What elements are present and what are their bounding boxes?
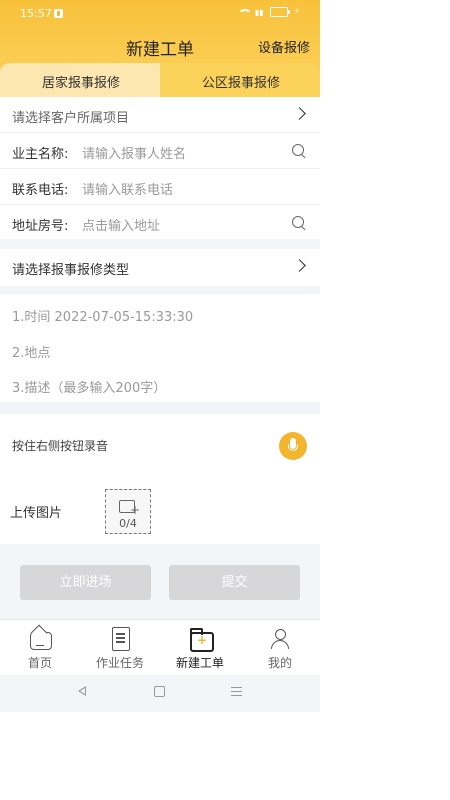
add-image-icon <box>119 500 140 516</box>
charging-icon: ⚡ <box>293 7 300 17</box>
status-bar: 15:57 ▮▮ ⚡ <box>0 0 320 30</box>
wifi-icon <box>237 7 252 17</box>
microphone-icon[interactable] <box>279 432 307 460</box>
upload-image-button[interactable]: 0/4 <box>105 489 151 534</box>
image-counter: 0/4 <box>119 517 137 530</box>
address-input[interactable]: 点击输入地址 <box>82 215 160 234</box>
signal-icon: ▮▮ <box>254 7 264 17</box>
repair-type-select-row[interactable]: 请选择报事报修类型 <box>0 249 320 284</box>
description-line: 2.地点 <box>12 346 51 361</box>
tab-bar: 公区报事报修 居家报事报修 <box>0 63 320 97</box>
phone-input[interactable]: 请输入联系电话 <box>82 179 173 198</box>
home-icon <box>30 632 52 650</box>
submit-button[interactable]: 提交 <box>169 565 300 600</box>
status-time: 15:57 <box>20 7 52 20</box>
search-icon[interactable] <box>292 216 304 228</box>
bottom-nav: 首页 作业任务 新建工单 我的 <box>0 619 320 676</box>
battery-icon <box>269 7 290 17</box>
repair-type-label: 请选择报事报修类型 <box>12 263 130 278</box>
menu-icon[interactable] <box>231 687 242 689</box>
enter-now-button[interactable]: 立即进场 <box>20 565 151 600</box>
upload-image-label: 上传图片 <box>10 506 63 521</box>
chevron-right-icon <box>293 107 306 120</box>
phone-label: 联系电话: <box>12 183 69 198</box>
tab-label: 居家报事报修 <box>42 76 121 91</box>
nav-item-tasks[interactable]: 作业任务 <box>80 620 160 676</box>
header: 15:57 ▮▮ ⚡ 新建工单 设备报修 公区报事报修 居家报事报修 <box>0 0 320 97</box>
owner-name-label: 业主名称: <box>12 147 69 162</box>
description-line: 1.时间 2022-07-05-15:33:30 <box>12 310 194 325</box>
project-select-placeholder: 请选择客户所属项目 <box>12 111 130 126</box>
nav-item-mine[interactable]: 我的 <box>240 620 320 676</box>
nav-label: 新建工单 <box>175 656 224 670</box>
nav-label: 首页 <box>27 656 52 670</box>
task-clipboard-icon <box>112 627 130 651</box>
home-square-icon[interactable] <box>154 686 165 697</box>
app-screen: 15:57 ▮▮ ⚡ 新建工单 设备报修 公区报事报修 居家报事报修 请选择客户… <box>0 0 320 712</box>
equipment-repair-link[interactable]: 设备报修 <box>258 37 310 56</box>
nav-item-new-order[interactable]: 新建工单 <box>160 620 240 676</box>
description-textarea[interactable]: 1.时间 2022-07-05-15:33:30 2.地点 3.描述（最多输入2… <box>0 294 320 402</box>
nav-item-home[interactable]: 首页 <box>0 620 80 676</box>
user-icon <box>270 627 290 649</box>
voice-record-hint: 按住右侧按钮录音 <box>12 439 109 453</box>
repair-type-card: 请选择报事报修类型 <box>0 249 320 286</box>
owner-name-row: 业主名称: 请输入报事人姓名 <box>0 133 320 169</box>
system-icons: ▮▮ ⚡ <box>237 7 300 17</box>
address-label: 地址房号: <box>12 219 69 234</box>
tab-label: 公区报事报修 <box>202 76 281 91</box>
owner-name-input[interactable]: 请输入报事人姓名 <box>82 143 186 162</box>
system-navigation-bar <box>0 675 320 712</box>
project-select-row[interactable]: 请选择客户所属项目 <box>0 97 320 133</box>
tab-public-area-repair[interactable]: 公区报事报修 <box>160 63 320 97</box>
nav-label: 作业任务 <box>95 656 144 670</box>
nav-label: 我的 <box>267 656 292 670</box>
media-card <box>0 414 320 544</box>
chevron-right-icon <box>293 259 306 272</box>
notification-icon <box>54 9 63 18</box>
description-line: 3.描述（最多输入200字） <box>12 381 167 396</box>
back-icon[interactable] <box>78 686 86 696</box>
new-order-folder-icon <box>190 628 214 652</box>
address-row: 地址房号: 点击输入地址 <box>0 205 320 240</box>
tab-home-repair[interactable]: 居家报事报修 <box>0 63 160 97</box>
customer-info-card: 请选择客户所属项目 业主名称: 请输入报事人姓名 联系电话: 请输入联系电话 地… <box>0 97 320 239</box>
phone-row: 联系电话: 请输入联系电话 <box>0 169 320 205</box>
search-icon[interactable] <box>292 144 304 156</box>
